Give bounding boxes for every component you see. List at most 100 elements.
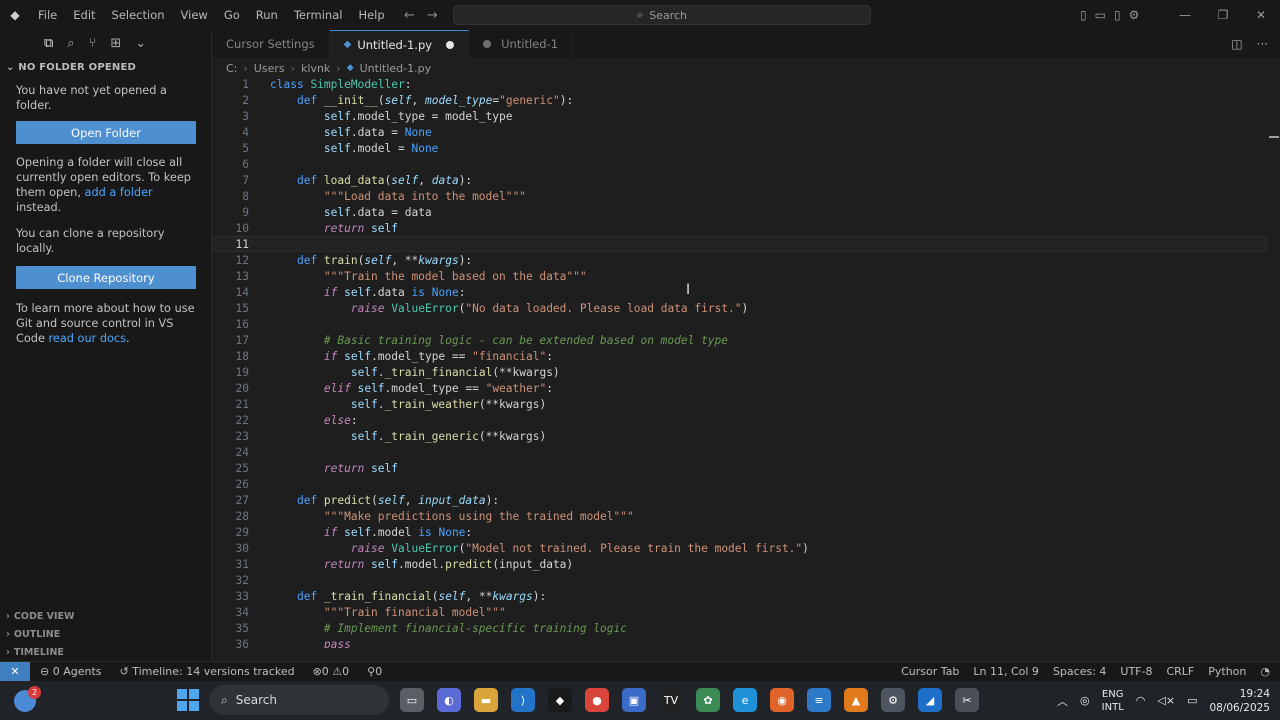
start-button-icon[interactable] — [177, 689, 199, 711]
task-view-icon[interactable]: ▭ — [400, 688, 424, 712]
extensions-icon[interactable]: ⊞ — [110, 36, 121, 51]
copilot-icon[interactable]: ◐ — [437, 688, 461, 712]
code-editor[interactable]: 1 class SimpleModeller: 2 def __init__(se… — [212, 76, 1270, 648]
command-center-search[interactable]: ⌕ Search — [453, 5, 871, 25]
encoding-status[interactable]: UTF-8 — [1120, 665, 1152, 678]
add-folder-link[interactable]: add a folder — [85, 186, 153, 199]
wifi-icon[interactable]: ◠ — [1136, 694, 1146, 707]
menu-file[interactable]: File — [30, 0, 65, 30]
source-control-icon[interactable]: ⑂ — [89, 36, 97, 51]
line-number: 3 — [242, 109, 249, 123]
battery-icon[interactable]: ▭ — [1187, 694, 1197, 707]
menu-view[interactable]: View — [173, 0, 216, 30]
settings-gear-icon[interactable]: ⚙ — [1129, 8, 1140, 22]
menu-help[interactable]: Help — [350, 0, 392, 30]
back-arrow-icon[interactable]: ← — [404, 8, 415, 23]
eol-status[interactable]: CRLF — [1166, 665, 1194, 678]
breadcrumb-drive[interactable]: C: — [226, 62, 237, 75]
volume-muted-icon[interactable]: ◁× — [1157, 694, 1175, 707]
snipping-tool-icon[interactable]: ✂ — [955, 688, 979, 712]
vscode-icon[interactable]: ⟩ — [511, 688, 535, 712]
tray-app-icon[interactable]: ◎ — [1080, 694, 1090, 707]
cursor-tab-status[interactable]: Cursor Tab — [901, 665, 959, 678]
code-line: 33 def _train_financial(self, **kwargs): — [212, 588, 1270, 604]
toggle-panel-icon[interactable]: ▭ — [1095, 8, 1106, 22]
widgets-button[interactable]: 2 — [0, 681, 50, 720]
remote-desktop-icon[interactable]: ▣ — [622, 688, 646, 712]
line-number: 20 — [235, 381, 249, 395]
code-line: 21 self._train_weather(**kwargs) — [212, 396, 1270, 412]
line-number: 12 — [235, 253, 249, 267]
taskbar-search[interactable]: ⌕ Search — [209, 685, 389, 715]
language-mode[interactable]: Python — [1208, 665, 1246, 678]
explorer-files-icon[interactable]: ⧉ — [44, 36, 53, 51]
cursor-logo-icon: ◆ — [10, 8, 20, 22]
close-icon[interactable]: ✕ — [1242, 0, 1280, 30]
notifications-bell-icon[interactable]: ◔ — [1260, 665, 1270, 678]
clock-time: 19:24 — [1239, 687, 1270, 700]
restore-icon[interactable]: ❐ — [1204, 0, 1242, 30]
outline-section[interactable]: › OUTLINE — [0, 625, 211, 643]
timeline-section[interactable]: › TIMELINE — [0, 643, 211, 661]
error-count: 0 — [321, 665, 329, 678]
code-text: def predict(self, input_data): — [296, 493, 500, 507]
tradingview-icon[interactable]: TV — [659, 688, 683, 712]
agents-status[interactable]: ⊖ 0 Agents — [40, 665, 102, 678]
editor-scrollbar[interactable] — [1268, 76, 1280, 648]
unsaved-dot-icon[interactable] — [446, 40, 455, 49]
menu-edit[interactable]: Edit — [65, 0, 103, 30]
code-line: 3 self.model_type = model_type — [212, 108, 1270, 124]
code-text: def load_data(self, data): — [296, 173, 473, 187]
menu-run[interactable]: Run — [248, 0, 286, 30]
notepad-icon[interactable]: ≡ — [807, 688, 831, 712]
tab-untitled-1-py[interactable]: ◆ Untitled-1.py — [329, 30, 470, 58]
file-explorer-icon[interactable]: ▬ — [474, 688, 498, 712]
no-folder-section-header[interactable]: ⌄ NO FOLDER OPENED — [0, 62, 211, 73]
read-docs-link[interactable]: read our docs — [49, 332, 127, 345]
clone-repository-button[interactable]: Clone Repository — [16, 266, 196, 289]
menu-terminal[interactable]: Terminal — [286, 0, 351, 30]
azure-icon[interactable]: ◢ — [918, 688, 942, 712]
scrollbar-marker — [1269, 136, 1279, 138]
tab-untitled-1[interactable]: Untitled-1 — [469, 30, 574, 58]
line-number: 32 — [235, 573, 249, 587]
settings-icon[interactable]: ⚙ — [881, 688, 905, 712]
breadcrumb-user[interactable]: klvnk — [301, 62, 330, 75]
tab-cursor-settings[interactable]: Cursor Settings — [212, 30, 330, 58]
cursor-app-icon[interactable]: ◆ — [548, 688, 572, 712]
code-text: def _train_financial(self, **kwargs): — [296, 589, 547, 603]
open-folder-button[interactable]: Open Folder — [16, 121, 196, 144]
problems-status[interactable]: ⊗0 ⚠0 — [313, 665, 350, 678]
code-line: 2 def __init__(self, model_type="generic… — [212, 92, 1270, 108]
app-icon[interactable]: ✿ — [696, 688, 720, 712]
firefox-icon[interactable]: ◉ — [770, 688, 794, 712]
timeline-status[interactable]: ↺ Timeline: 14 versions tracked — [120, 665, 295, 678]
more-actions-icon[interactable]: ··· — [1257, 37, 1268, 51]
tray-chevron-up-icon[interactable]: ︿ — [1057, 693, 1068, 709]
chrome-icon[interactable]: ● — [585, 688, 609, 712]
minimize-icon[interactable]: — — [1166, 0, 1204, 30]
clock[interactable]: 19:24 08/06/2025 — [1209, 687, 1270, 715]
chevron-down-icon[interactable]: ⌄ — [135, 36, 146, 51]
vlc-icon[interactable]: ▲ — [844, 688, 868, 712]
menu-go[interactable]: Go — [216, 0, 248, 30]
code-text: def __init__(self, model_type="generic")… — [296, 93, 574, 107]
split-editor-icon[interactable]: ◫ — [1231, 37, 1242, 51]
breadcrumb-file[interactable]: Untitled-1.py — [360, 62, 431, 75]
forward-arrow-icon[interactable]: → — [427, 8, 438, 23]
remote-indicator-icon[interactable]: ✕ — [0, 661, 30, 682]
line-number: 6 — [242, 157, 249, 171]
toggle-secondary-sidebar-icon[interactable]: ▯ — [1114, 8, 1121, 22]
search-view-icon[interactable]: ⌕ — [67, 36, 74, 51]
indentation-status[interactable]: Spaces: 4 — [1053, 665, 1106, 678]
unsaved-dot-icon[interactable] — [483, 40, 492, 48]
code-view-section[interactable]: › CODE VIEW — [0, 607, 211, 625]
language-code: ENG — [1101, 688, 1124, 700]
cursor-position[interactable]: Ln 11, Col 9 — [973, 665, 1039, 678]
menu-selection[interactable]: Selection — [104, 0, 173, 30]
language-indicator[interactable]: ENG INTL — [1102, 688, 1124, 714]
toggle-sidebar-icon[interactable]: ▯ — [1080, 8, 1087, 22]
ports-status[interactable]: ⚲0 — [367, 665, 382, 678]
edge-icon[interactable]: e — [733, 688, 757, 712]
breadcrumb-users[interactable]: Users — [254, 62, 285, 75]
